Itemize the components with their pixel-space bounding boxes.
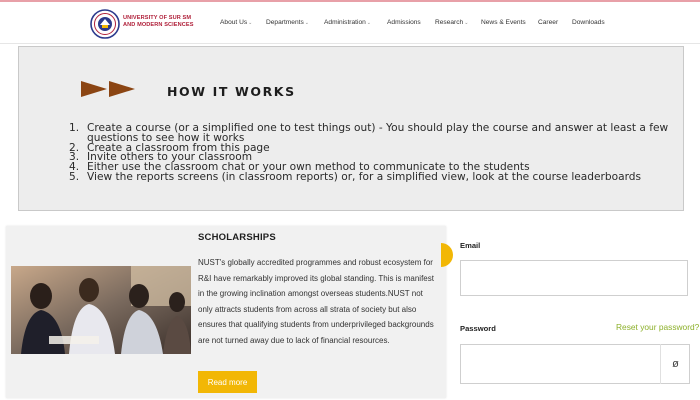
step-text: Create a course (or a simplified one to … (87, 122, 669, 144)
eye-slash-icon[interactable]: ø (660, 344, 690, 384)
university-logo-icon[interactable] (90, 9, 120, 39)
nav-label: Career (538, 19, 559, 26)
chevron-down-icon: ⌄ (464, 20, 469, 26)
read-more-button[interactable]: Read more (198, 371, 257, 393)
nav-item-downloads[interactable]: Downloads (572, 19, 605, 26)
scholarships-description: NUST's globally accredited programmes an… (198, 258, 434, 345)
reset-password-link[interactable]: Reset your password? (616, 322, 699, 332)
scholarships-title: SCHOLARSHIPS (198, 232, 276, 243)
step-number: 5. (69, 170, 80, 183)
university-name[interactable]: UNIVERSITY OF SUR SM AND MODERN SCIENCES (123, 15, 194, 29)
nav-item-news-events[interactable]: News & Events (481, 19, 526, 26)
university-name-line2: AND MODERN SCIENCES (123, 22, 194, 28)
nav-item-career[interactable]: Career (538, 19, 558, 26)
nav-label: About Us (220, 19, 248, 26)
password-field[interactable] (460, 344, 690, 384)
top-navigation-bar: UNIVERSITY OF SUR SM AND MODERN SCIENCES… (0, 0, 700, 44)
nav-item-research[interactable]: Research⌄ (435, 19, 468, 26)
nav-label: Admissions (387, 19, 421, 26)
double-arrow-icon (81, 81, 135, 97)
nav-item-departments[interactable]: Departments⌄ (266, 19, 309, 26)
email-field[interactable] (460, 260, 688, 296)
password-label: Password (460, 324, 496, 333)
chevron-down-icon: ⌄ (248, 20, 253, 26)
how-it-works-steps: 1. Create a course (or a simplified one t… (69, 122, 679, 183)
scholarships-card: SCHOLARSHIPS NUST's globally accredited … (6, 226, 446, 398)
nav-item-about-us[interactable]: About Us⌄ (220, 19, 252, 26)
nav-label: Downloads (572, 19, 605, 26)
step-text: View the reports screens (in classroom r… (87, 170, 641, 183)
step-item: 5. View the reports screens (in classroom… (69, 170, 679, 183)
nav-item-admissions[interactable]: Admissions (387, 19, 421, 26)
chevron-down-icon: ⌄ (366, 20, 371, 26)
nav-item-administration[interactable]: Administration⌄ (324, 19, 371, 26)
email-label: Email (460, 241, 481, 250)
step-number: 1. (69, 122, 80, 134)
how-it-works-title: HOW IT WORKS (167, 84, 296, 99)
carousel-next-handle[interactable] (441, 243, 453, 267)
how-it-works-panel: HOW IT WORKS 1. Create a course (or a sim… (18, 46, 684, 211)
university-name-line1: UNIVERSITY OF SUR SM (123, 15, 192, 21)
nav-label: Research (435, 19, 464, 26)
chevron-down-icon: ⌄ (304, 20, 309, 26)
nav-label: Departments (266, 19, 304, 26)
students-photo (11, 266, 191, 354)
nav-label: Administration (324, 19, 366, 26)
nav-label: News & Events (481, 19, 526, 26)
